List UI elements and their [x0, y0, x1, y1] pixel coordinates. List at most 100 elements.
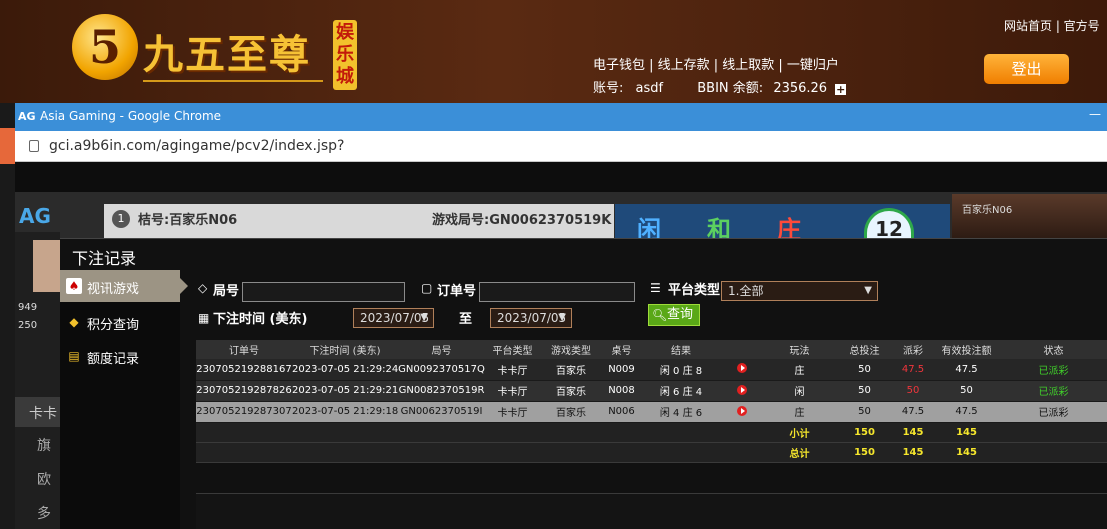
platform-select[interactable]: 1.全部 ▼: [721, 281, 878, 301]
query-label: 查询: [667, 307, 694, 322]
order-input[interactable]: [479, 282, 635, 302]
total-label: 总计: [763, 442, 836, 463]
ag-favicon-icon: AG: [18, 110, 36, 123]
date-from-value: 2023/07/05: [360, 311, 430, 325]
background-stripe: [0, 128, 15, 164]
sidebar-item-label: 额度记录: [87, 352, 140, 367]
lock-icon: [29, 140, 39, 152]
url-text[interactable]: gci.a9b6in.com/agingame/pcv2/index.jsp?: [49, 138, 344, 154]
replay-cell[interactable]: [721, 380, 763, 402]
top-links[interactable]: 网站首页 | 官方号: [1004, 17, 1100, 34]
play-type-cell: 庄: [763, 401, 836, 423]
hall-tab[interactable]: 旗: [37, 435, 51, 455]
add-balance-icon[interactable]: +: [835, 84, 847, 95]
tag-icon: ◇: [198, 281, 208, 295]
table-row[interactable]: 230705219287826 2023-07-05 21:29:21 GN00…: [196, 380, 1107, 402]
video-thumbnail[interactable]: 百家乐N06: [952, 194, 1107, 240]
sidebar-item-credit-log[interactable]: ▤ 额度记录: [60, 340, 180, 372]
payout-cell: 47.5: [893, 359, 933, 381]
round-no-cell: GN0092370517Q: [398, 359, 485, 381]
to-label: 至: [459, 312, 473, 327]
seal-char: 娱: [336, 22, 354, 43]
play-icon[interactable]: [737, 363, 747, 374]
result-cell: 闲 0 庄 8: [641, 359, 721, 381]
column-header: 有效投注额: [933, 340, 1000, 359]
sidebar-item-points[interactable]: ◆ 积分查询: [60, 306, 180, 338]
logo-digit: 5: [88, 20, 121, 74]
minimize-icon[interactable]: —: [1089, 107, 1101, 121]
column-header: 平台类型: [485, 340, 540, 359]
payout-cell: 47.5: [893, 401, 933, 423]
wallet-links[interactable]: 电子钱包 | 线上存款 | 线上取款 | 一键归户: [593, 54, 839, 73]
balance-value: 2356.26: [773, 81, 828, 96]
table-name: 桔号:百家乐N06: [138, 213, 238, 228]
total-total-bet: 150: [836, 442, 893, 463]
total-bet-cell: 50: [836, 401, 893, 423]
result-cell: 闲 6 庄 4: [641, 380, 721, 402]
payout-cell: 50: [893, 380, 933, 402]
column-header: 派彩: [893, 340, 933, 359]
platform-label: 平台类型: [668, 283, 721, 298]
total-valid-bet: 145: [933, 442, 1000, 463]
dialog-sidebar: ♠ 视讯游戏 ◆ 积分查询 ▤ 额度记录: [60, 270, 188, 529]
play-type-cell: 闲: [763, 380, 836, 402]
account-line: 账号: asdf BBIN 余额: 2356.26 +: [593, 77, 847, 96]
logo-underline: [143, 80, 323, 82]
column-header: 桌号: [602, 340, 641, 359]
order-no-cell: 230705219287307: [196, 401, 292, 423]
bet-time-cell: 2023-07-05 21:29:21: [292, 380, 398, 402]
player-stat: 949: [18, 302, 38, 313]
bet-record-table: 订单号 下注时间 (美东) 局号 平台类型 游戏类型 桌号 结果 玩法 总投注 …: [196, 340, 1107, 463]
logout-button[interactable]: 登出: [984, 54, 1069, 84]
cards-icon: ♠: [66, 278, 82, 294]
table-no-cell: N008: [602, 380, 641, 402]
column-header: 游戏类型: [540, 340, 602, 359]
avatar: [33, 240, 60, 292]
address-bar[interactable]: gci.a9b6in.com/agingame/pcv2/index.jsp?: [15, 131, 1107, 162]
list-icon: ☰: [650, 281, 661, 295]
document-icon: ▤: [68, 349, 80, 363]
table-row[interactable]: 230705219288167 2023-07-05 21:29:24 GN00…: [196, 359, 1107, 381]
table-no-cell: N009: [602, 359, 641, 381]
chrome-titlebar[interactable]: AG Asia Gaming - Google Chrome —: [15, 103, 1107, 131]
game-round-number: 游戏局号:GN0062370519K: [432, 213, 612, 228]
hall-tab[interactable]: 多: [37, 503, 51, 523]
balance-label: BBIN 余额:: [697, 81, 764, 96]
play-icon[interactable]: [737, 384, 747, 395]
table-number: 1: [112, 210, 130, 228]
total-row: 总计 150 145 145: [196, 442, 1107, 463]
logo-text: 九五至尊: [143, 31, 311, 78]
total-payout: 145: [893, 442, 933, 463]
date-to-value: 2023/07/05: [497, 311, 567, 325]
replay-cell[interactable]: [721, 359, 763, 381]
ag-logo: AG: [19, 204, 51, 228]
chevron-down-icon: ▼: [558, 312, 566, 323]
date-to-select[interactable]: 2023/07/05 ▼: [490, 308, 572, 328]
table-row[interactable]: 230705219287307 2023-07-05 21:29:18 GN00…: [196, 401, 1107, 423]
dialog-title: 下注记录: [72, 249, 137, 268]
sidebar-item-live-games[interactable]: ♠ 视讯游戏: [60, 270, 188, 302]
calendar-icon: ▦: [198, 311, 210, 325]
sidebar-item-label: 视讯游戏: [87, 282, 140, 297]
column-header: 下注时间 (美东): [292, 340, 398, 359]
play-icon[interactable]: [737, 405, 747, 416]
table-header-row: 订单号 下注时间 (美东) 局号 平台类型 游戏类型 桌号 结果 玩法 总投注 …: [196, 340, 1107, 359]
order-label: 订单号: [437, 284, 477, 299]
chevron-down-icon: ▼: [420, 312, 428, 323]
hall-tab[interactable]: 欧: [37, 469, 51, 489]
video-label: 百家乐N06: [962, 205, 1013, 216]
replay-cell[interactable]: [721, 401, 763, 423]
table-empty-area: [196, 493, 1107, 529]
subtotal-valid-bet: 145: [933, 422, 1000, 443]
diamond-icon: ◆: [69, 315, 79, 329]
round-input[interactable]: [242, 282, 405, 302]
site-header: 5 九五至尊 娱 乐 城 网站首页 | 官方号 电子钱包 | 线上存款 | 线上…: [0, 0, 1107, 103]
platform-cell: 卡卡厅: [485, 380, 540, 402]
query-button[interactable]: 🔍︎ 查询: [648, 304, 700, 326]
subtotal-row: 小计 150 145 145: [196, 422, 1107, 443]
clipboard-icon: ▢: [421, 281, 433, 295]
column-header: 玩法: [763, 340, 836, 359]
date-from-select[interactable]: 2023/07/05 ▼: [353, 308, 434, 328]
sidebar-item-label: 积分查询: [87, 318, 140, 333]
hall-tab[interactable]: 卡卡: [15, 397, 60, 427]
